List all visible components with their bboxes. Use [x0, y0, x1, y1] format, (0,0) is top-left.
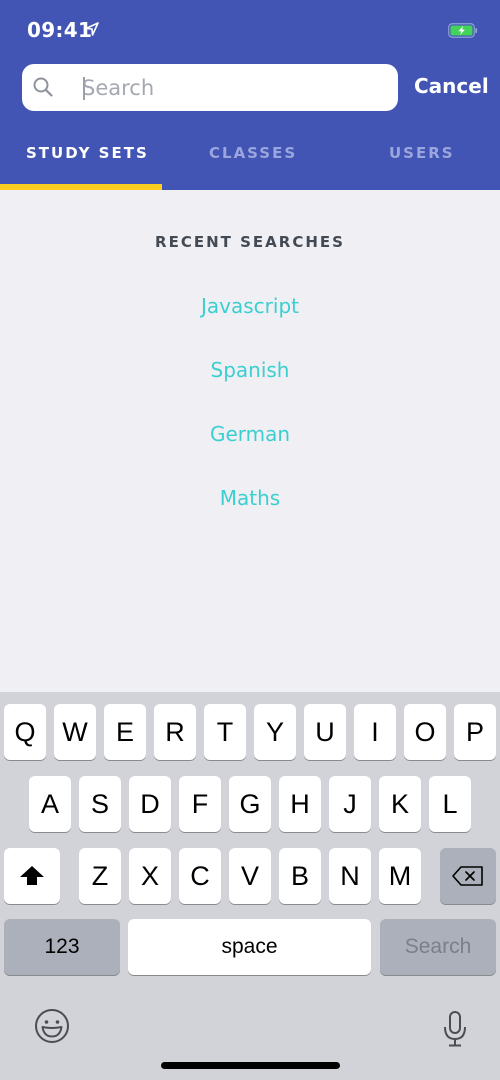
location-arrow-icon	[85, 22, 99, 36]
emoji-icon[interactable]	[34, 1008, 70, 1044]
shift-icon	[20, 866, 44, 885]
key-a[interactable]: A	[29, 776, 71, 832]
key-e[interactable]: E	[104, 704, 146, 760]
space-key[interactable]: space	[128, 919, 371, 975]
key-v[interactable]: V	[229, 848, 271, 904]
key-g[interactable]: G	[229, 776, 271, 832]
key-q[interactable]: Q	[4, 704, 46, 760]
recent-search-item[interactable]: Javascript	[0, 294, 500, 318]
key-i[interactable]: I	[354, 704, 396, 760]
tab-study-sets[interactable]: STUDY SETS	[26, 144, 149, 162]
key-l[interactable]: L	[429, 776, 471, 832]
recent-search-item[interactable]: German	[0, 422, 500, 446]
key-j[interactable]: J	[329, 776, 371, 832]
backspace-icon	[452, 866, 483, 886]
key-o[interactable]: O	[404, 704, 446, 760]
header: 09:41 Cancel STUDY SETS CLASSES USERS	[0, 0, 500, 190]
microphone-icon[interactable]	[442, 1010, 468, 1048]
key-y[interactable]: Y	[254, 704, 296, 760]
key-x[interactable]: X	[129, 848, 171, 904]
key-u[interactable]: U	[304, 704, 346, 760]
status-time: 09:41	[27, 18, 93, 42]
recent-search-item[interactable]: Spanish	[0, 358, 500, 382]
text-caret	[83, 77, 85, 100]
key-t[interactable]: T	[204, 704, 246, 760]
key-m[interactable]: M	[379, 848, 421, 904]
search-input[interactable]	[82, 64, 382, 111]
shift-key[interactable]	[4, 848, 60, 904]
key-c[interactable]: C	[179, 848, 221, 904]
key-w[interactable]: W	[54, 704, 96, 760]
delete-key[interactable]	[440, 848, 496, 904]
recent-searches-title: RECENT SEARCHES	[155, 233, 345, 251]
keyboard: QWERTYUIOP ASDFGHJKL ZXCVBNM 123 space S…	[0, 692, 500, 1080]
active-tab-indicator	[0, 184, 162, 190]
key-d[interactable]: D	[129, 776, 171, 832]
home-indicator	[161, 1062, 340, 1069]
key-s[interactable]: S	[79, 776, 121, 832]
key-z[interactable]: Z	[79, 848, 121, 904]
key-n[interactable]: N	[329, 848, 371, 904]
key-h[interactable]: H	[279, 776, 321, 832]
key-f[interactable]: F	[179, 776, 221, 832]
search-field[interactable]	[22, 64, 398, 111]
search-key[interactable]: Search	[380, 919, 496, 975]
key-k[interactable]: K	[379, 776, 421, 832]
recent-search-item[interactable]: Maths	[0, 486, 500, 510]
key-r[interactable]: R	[154, 704, 196, 760]
battery-charging-icon	[448, 23, 478, 38]
search-icon	[33, 77, 53, 97]
cancel-button[interactable]: Cancel	[414, 74, 489, 98]
tab-users[interactable]: USERS	[389, 144, 455, 162]
key-p[interactable]: P	[454, 704, 496, 760]
tab-classes[interactable]: CLASSES	[209, 144, 297, 162]
key-b[interactable]: B	[279, 848, 321, 904]
numbers-key[interactable]: 123	[4, 919, 120, 975]
